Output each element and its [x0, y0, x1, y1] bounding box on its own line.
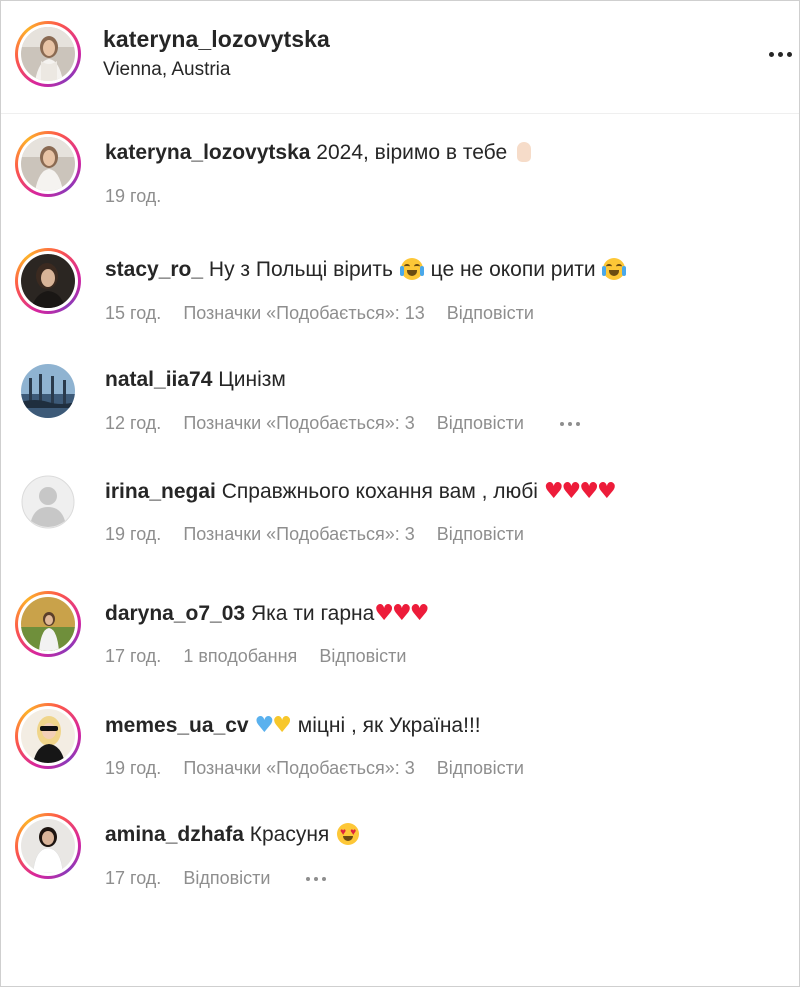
yellow-heart-icon: ♥	[272, 713, 292, 738]
comment-meta: 19 год. Позначки «Подобається»: 3 Відпов…	[105, 758, 546, 779]
likes-count-button[interactable]: 1 вподобання	[183, 646, 297, 667]
hand-icon	[517, 142, 531, 162]
comment-meta: 19 год.	[105, 186, 183, 207]
red-hearts-icon: ♥♥♥	[374, 601, 429, 626]
header-username[interactable]: kateryna_lozovytska	[103, 26, 330, 53]
comment-meta: 19 год. Позначки «Подобається»: 3 Відпов…	[105, 524, 546, 545]
comment-item: irina_negai Справжнього кохання вам , лю…	[1, 469, 799, 569]
crying-face-icon	[602, 258, 627, 280]
comment-time[interactable]: 15 год.	[105, 303, 161, 324]
comment-meta: 15 год. Позначки «Подобається»: 13 Відпо…	[105, 303, 556, 324]
comment-avatar[interactable]	[15, 813, 81, 879]
comment-line: irina_negai Справжнього кохання вам , лю…	[105, 479, 617, 504]
avatar	[21, 597, 75, 651]
red-hearts-icon: ♥♥♥♥	[543, 479, 617, 504]
avatar	[21, 137, 75, 191]
crying-face-icon	[399, 258, 424, 280]
comment-text: Цинізм	[218, 368, 286, 391]
header-avatar[interactable]	[15, 21, 81, 87]
blue-heart-icon: ♥	[254, 713, 274, 738]
comment-more-icon[interactable]	[559, 421, 580, 426]
comment-avatar[interactable]	[15, 591, 81, 657]
comment-meta: 17 год. Відповісти	[105, 868, 327, 889]
comment-meta: 17 год. 1 вподобання Відповісти	[105, 646, 428, 667]
comment-avatar[interactable]	[21, 364, 75, 418]
default-avatar-icon	[21, 475, 75, 529]
likes-count-button[interactable]: Позначки «Подобається»: 3	[183, 413, 414, 434]
avatar	[21, 819, 75, 873]
comment-text: 2024, віримо в тебе	[316, 141, 508, 164]
reply-button[interactable]: Відповісти	[319, 646, 406, 667]
comment-text: Ну з Польщі вірить	[208, 258, 393, 281]
post-comments-panel: kateryna_lozovytska Vienna, Austria kate…	[0, 0, 800, 987]
comment-avatar[interactable]	[15, 703, 81, 769]
comment-username[interactable]: memes_ua_cv	[105, 714, 249, 737]
comment-item: amina_dzhafa Красуня ♥ ♥ 17 год. Відповіс…	[1, 813, 799, 913]
comment-text: міцні , як Україна!!!	[297, 714, 481, 737]
comment-time[interactable]: 19 год.	[105, 524, 161, 545]
comment-username[interactable]: stacy_ro_	[105, 258, 203, 281]
comment-more-icon[interactable]	[306, 876, 327, 881]
comment-time[interactable]: 19 год.	[105, 758, 161, 779]
comment-meta: 12 год. Позначки «Подобається»: 3 Відпов…	[105, 413, 580, 434]
avatar	[21, 364, 75, 418]
avatar	[21, 254, 75, 308]
comment-line: amina_dzhafa Красуня ♥ ♥	[105, 823, 361, 847]
avatar	[21, 27, 75, 81]
comment-text: це не окопи рити	[430, 258, 596, 281]
comment-time[interactable]: 12 год.	[105, 413, 161, 434]
comment-item: natal_iia74 Цинізм 12 год. Позначки «Под…	[1, 358, 799, 458]
comment-line: natal_iia74 Цинізм	[105, 368, 286, 392]
comment-time[interactable]: 17 год.	[105, 646, 161, 667]
comment-avatar[interactable]	[21, 475, 75, 529]
likes-count-button[interactable]: Позначки «Подобається»: 13	[183, 303, 424, 324]
post-header: kateryna_lozovytska Vienna, Austria	[1, 1, 799, 114]
comment-item: memes_ua_cv ♥♥ міцні , як Україна!!! 19 …	[1, 703, 799, 803]
comment-line: daryna_o7_03 Яка ти гарна♥♥♥	[105, 601, 429, 626]
likes-count-button[interactable]: Позначки «Подобається»: 3	[183, 758, 414, 779]
comment-line: kateryna_lozovytska 2024, віримо в тебе	[105, 141, 531, 165]
comment-line: memes_ua_cv ♥♥ міцні , як Україна!!!	[105, 713, 481, 738]
comment-text: Яка ти гарна	[250, 602, 375, 625]
comment-username[interactable]: amina_dzhafa	[105, 823, 244, 846]
comment-item: kateryna_lozovytska 2024, віримо в тебе …	[1, 131, 799, 231]
comment-text: Справжнього кохання вам , любі	[221, 480, 538, 503]
reply-button[interactable]: Відповісти	[437, 413, 524, 434]
comment-username[interactable]: kateryna_lozovytska	[105, 141, 310, 164]
comment-item: daryna_o7_03 Яка ти гарна♥♥♥ 17 год. 1 в…	[1, 591, 799, 691]
comment-username[interactable]: natal_iia74	[105, 368, 212, 391]
comment-avatar[interactable]	[15, 131, 81, 197]
reply-button[interactable]: Відповісти	[437, 524, 524, 545]
comment-item: stacy_ro_ Ну з Польщі вірить це не окопи…	[1, 248, 799, 348]
more-horizontal-icon	[768, 51, 792, 57]
comment-avatar[interactable]	[15, 248, 81, 314]
comment-text: Красуня	[249, 823, 330, 846]
comment-username[interactable]: irina_negai	[105, 480, 216, 503]
avatar	[21, 709, 75, 763]
reply-button[interactable]: Відповісти	[183, 868, 270, 889]
comment-time[interactable]: 17 год.	[105, 868, 161, 889]
reply-button[interactable]: Відповісти	[437, 758, 524, 779]
more-options-button[interactable]	[763, 37, 797, 71]
header-location[interactable]: Vienna, Austria	[103, 59, 230, 81]
comment-line: stacy_ro_ Ну з Польщі вірить це не окопи…	[105, 258, 627, 282]
reply-button[interactable]: Відповісти	[447, 303, 534, 324]
comment-username[interactable]: daryna_o7_03	[105, 602, 245, 625]
likes-count-button[interactable]: Позначки «Подобається»: 3	[183, 524, 414, 545]
comment-time[interactable]: 19 год.	[105, 186, 161, 207]
heart-eyes-face-icon: ♥ ♥	[337, 823, 360, 845]
